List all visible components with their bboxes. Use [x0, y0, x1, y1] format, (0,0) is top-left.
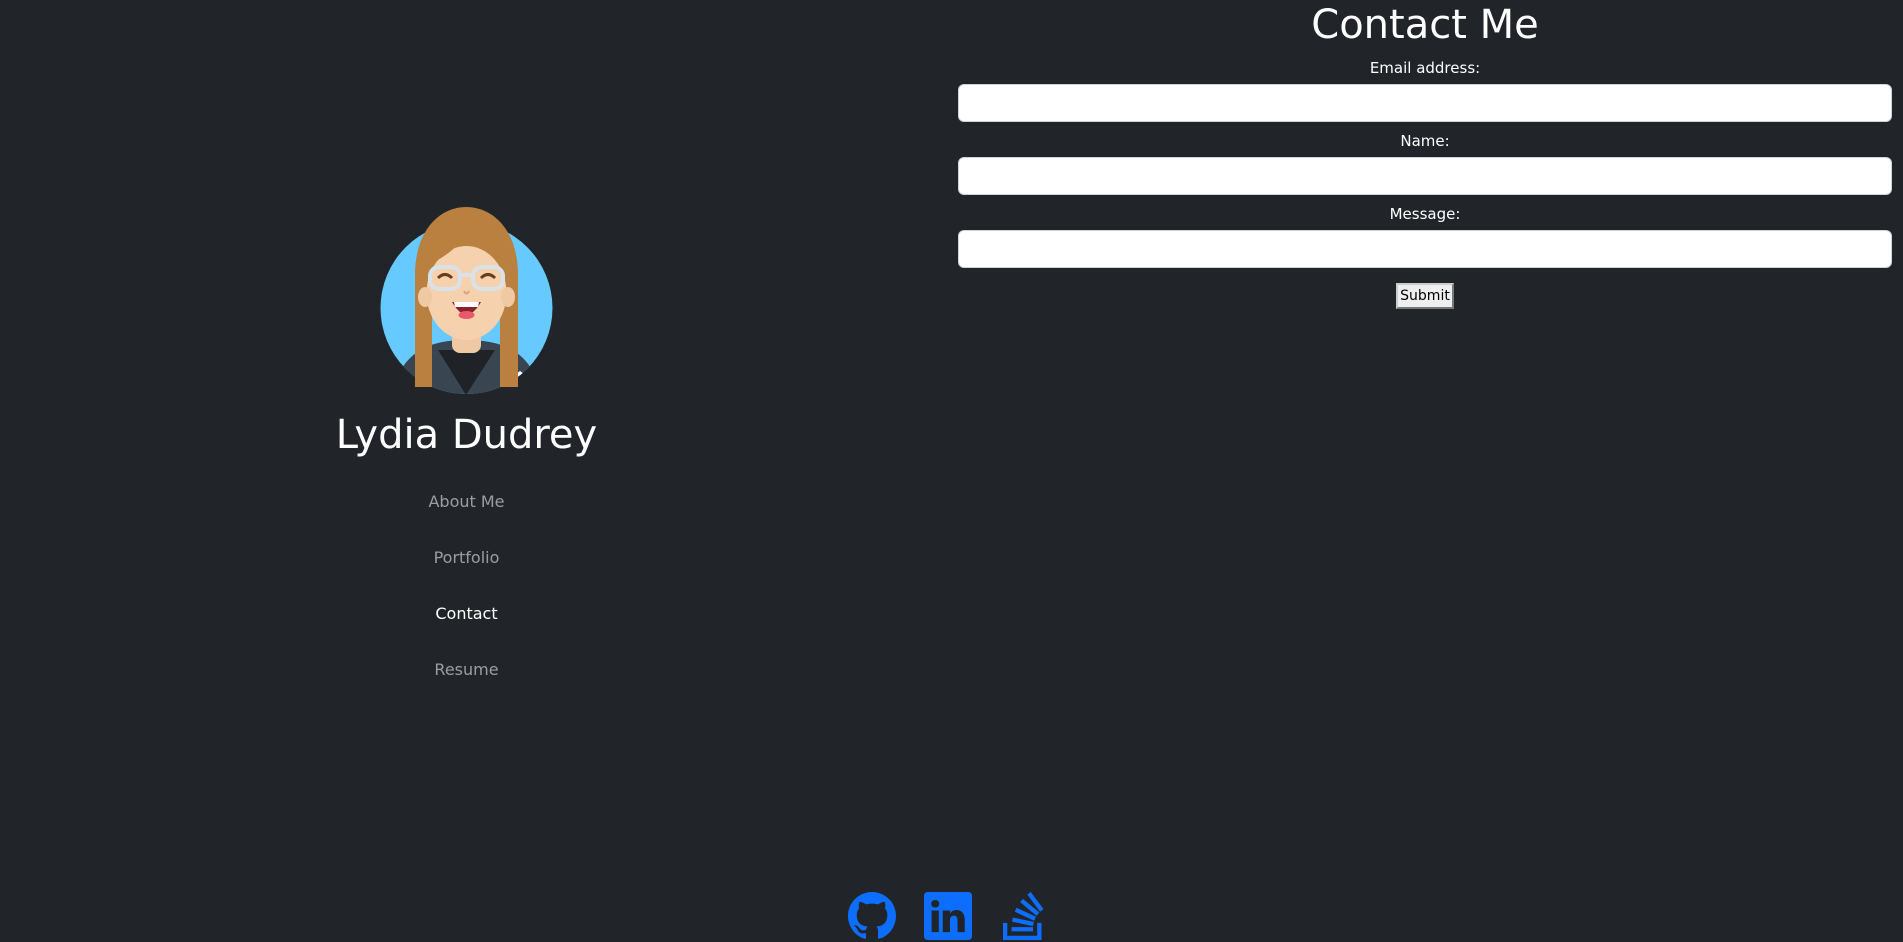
github-link[interactable]: [848, 892, 896, 940]
nav-item-contact: Contact: [0, 598, 933, 654]
nav-link-about[interactable]: About Me: [420, 486, 512, 518]
submit-row: Submit: [958, 283, 1892, 309]
nav-item-resume: Resume: [0, 654, 933, 710]
contact-form: Email address: Name: Message: Submit: [958, 59, 1892, 309]
message-label: Message:: [1389, 205, 1461, 223]
nav-item-portfolio: Portfolio: [0, 542, 933, 598]
linkedin-icon: [924, 892, 972, 940]
email-label: Email address:: [1369, 59, 1481, 77]
nav-link-portfolio[interactable]: Portfolio: [426, 542, 508, 574]
stackoverflow-link[interactable]: [1000, 892, 1048, 940]
github-icon: [848, 892, 896, 939]
profile-name: Lydia Dudrey: [335, 412, 598, 458]
page: Lydia Dudrey About Me Portfolio Contact …: [0, 0, 1903, 942]
contact-section: Contact Me Email address: Name: Message:…: [958, 0, 1892, 309]
linkedin-link[interactable]: [924, 892, 972, 940]
nav-item-about: About Me: [0, 486, 933, 542]
stackoverflow-icon: [1003, 892, 1044, 940]
nav-link-resume[interactable]: Resume: [426, 654, 506, 686]
sidebar: Lydia Dudrey About Me Portfolio Contact …: [0, 0, 933, 942]
main-nav: About Me Portfolio Contact Resume: [0, 486, 933, 710]
name-field[interactable]: [958, 157, 1892, 195]
social-links: [848, 892, 1048, 942]
email-field[interactable]: [958, 84, 1892, 122]
avatar: [380, 207, 553, 394]
page-title: Contact Me: [1311, 2, 1539, 48]
nav-link-contact[interactable]: Contact: [427, 598, 505, 630]
name-label: Name:: [1400, 132, 1450, 150]
message-field[interactable]: [958, 230, 1892, 268]
submit-button[interactable]: Submit: [1396, 283, 1454, 309]
